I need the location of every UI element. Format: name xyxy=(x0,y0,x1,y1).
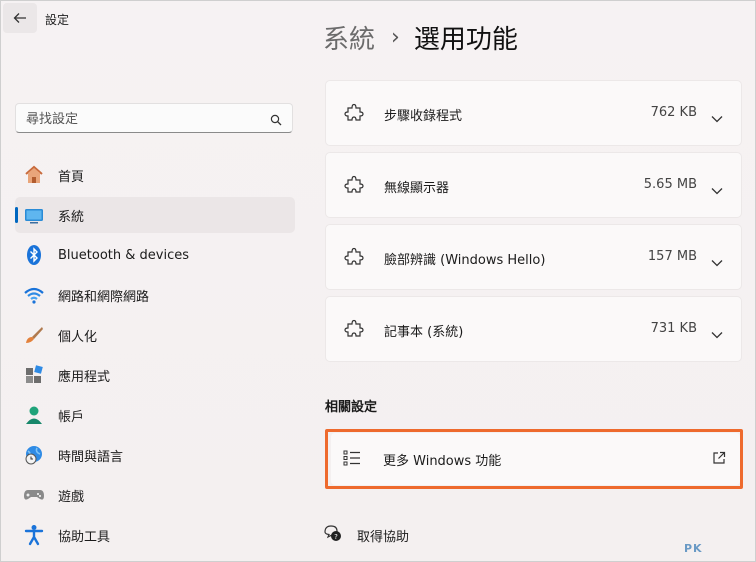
feature-name: 記事本 (系統) xyxy=(384,325,464,340)
feature-name: 步驟收錄程式 xyxy=(384,109,463,124)
breadcrumb-separator: › xyxy=(391,25,400,50)
breadcrumb: 系統 › 選用功能 xyxy=(323,19,518,56)
sidebar-item-apps[interactable]: 應用程式 xyxy=(15,357,295,393)
feature-name: 臉部辨識 (Windows Hello) xyxy=(384,253,546,268)
page-title: 選用功能 xyxy=(413,25,518,55)
search-box[interactable] xyxy=(15,103,293,133)
get-help-label: 取得協助 xyxy=(357,529,410,545)
sidebar-item-label: 系統 xyxy=(58,209,85,225)
account-icon xyxy=(23,404,45,426)
sidebar-item-personalization[interactable]: 個人化 xyxy=(15,317,295,353)
settings-window: 設定 首頁 系統 Bluetooth & devices xyxy=(0,0,756,562)
app-title: 設定 xyxy=(45,13,70,27)
svg-text:?: ? xyxy=(334,533,338,541)
feature-size: 762 KB xyxy=(650,105,697,120)
puzzle-icon xyxy=(344,175,364,199)
apps-icon xyxy=(23,364,45,386)
search-input[interactable] xyxy=(24,109,258,129)
chevron-down-icon[interactable] xyxy=(711,180,723,199)
brush-icon xyxy=(23,324,45,346)
bluetooth-icon xyxy=(23,244,45,266)
sidebar-item-label: 帳戶 xyxy=(58,409,85,425)
sidebar-item-gaming[interactable]: 遊戲 xyxy=(15,477,295,513)
optional-features-list: 步驟收錄程式 762 KB 無線顯示器 5.65 MB 臉部辨識 (Window… xyxy=(325,69,742,362)
list-item[interactable]: 無線顯示器 5.65 MB xyxy=(325,152,742,218)
sidebar-item-label: 個人化 xyxy=(58,329,98,345)
puzzle-icon xyxy=(344,103,364,127)
sidebar-item-label: 首頁 xyxy=(58,169,85,185)
feature-name: 無線顯示器 xyxy=(384,181,450,196)
time-language-icon xyxy=(23,444,45,466)
chevron-down-icon[interactable] xyxy=(711,252,723,271)
feature-size: 5.65 MB xyxy=(643,177,697,192)
search-icon[interactable] xyxy=(270,111,282,130)
breadcrumb-parent[interactable]: 系統 xyxy=(323,19,375,56)
sidebar-nav: 首頁 系統 Bluetooth & devices 網路和網際網路 個人化 應用… xyxy=(15,157,295,557)
accessibility-icon xyxy=(23,524,45,546)
feature-size: 731 KB xyxy=(650,321,697,336)
home-icon xyxy=(23,164,45,186)
list-item[interactable]: 記事本 (系統) 731 KB xyxy=(325,296,742,362)
sidebar-item-home[interactable]: 首頁 xyxy=(15,157,295,193)
sidebar-item-label: 遊戲 xyxy=(58,489,85,505)
sidebar-item-time-language[interactable]: 時間與語言 xyxy=(15,437,295,473)
wifi-icon xyxy=(23,284,45,306)
sidebar-item-accounts[interactable]: 帳戶 xyxy=(15,397,295,433)
system-icon xyxy=(23,204,45,226)
related-settings-heading: 相關設定 xyxy=(325,400,378,415)
sidebar-item-network[interactable]: 網路和網際網路 xyxy=(15,277,295,313)
feature-size: 157 MB xyxy=(647,249,697,264)
chevron-down-icon[interactable] xyxy=(711,324,723,343)
sidebar-item-accessibility[interactable]: 協助工具 xyxy=(15,517,295,553)
sidebar-item-label: Bluetooth & devices xyxy=(58,247,189,263)
gamepad-icon xyxy=(23,484,45,506)
sidebar-item-label: 應用程式 xyxy=(58,369,111,385)
puzzle-icon xyxy=(344,247,364,271)
chevron-down-icon[interactable] xyxy=(711,108,723,127)
list-item[interactable]: 步驟收錄程式 762 KB xyxy=(325,80,742,146)
sidebar-item-label: 時間與語言 xyxy=(58,449,124,465)
puzzle-icon xyxy=(344,319,364,343)
active-indicator xyxy=(15,207,18,223)
watermark: PK xyxy=(684,542,703,555)
sidebar-item-label: 網路和網際網路 xyxy=(58,289,150,305)
back-arrow-icon xyxy=(13,13,26,23)
get-help-link[interactable]: ? 取得協助 xyxy=(323,523,409,547)
help-icon: ? xyxy=(323,523,343,547)
sidebar-item-bluetooth[interactable]: Bluetooth & devices xyxy=(15,237,295,273)
sidebar-item-system[interactable]: 系統 xyxy=(15,197,295,233)
list-item[interactable]: 臉部辨識 (Windows Hello) 157 MB xyxy=(325,224,742,290)
sidebar-item-label: 協助工具 xyxy=(58,529,111,545)
highlight-frame xyxy=(325,429,743,489)
back-button[interactable] xyxy=(3,3,37,33)
